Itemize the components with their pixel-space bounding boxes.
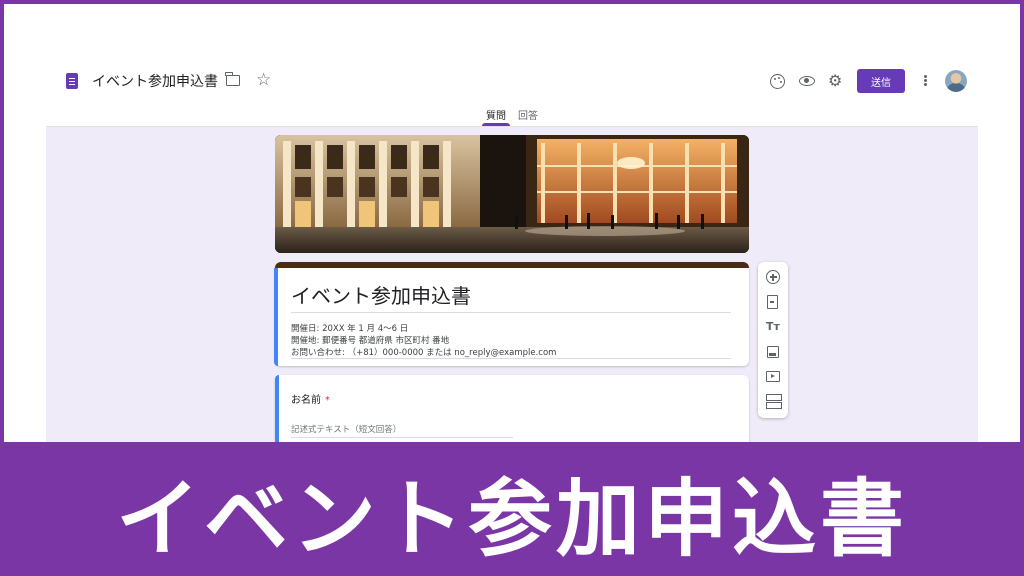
add-title-icon[interactable]: Tт [765, 318, 781, 334]
folder-icon[interactable] [225, 72, 240, 86]
add-video-icon[interactable] [766, 371, 780, 382]
header-image [275, 135, 749, 253]
palette-icon[interactable] [770, 74, 785, 89]
banner: イベント参加申込書 [0, 442, 1024, 576]
star-icon[interactable]: ☆ [256, 69, 271, 91]
answer-underline [291, 437, 513, 438]
tab-answers[interactable]: 回答 [518, 107, 538, 122]
document-title[interactable]: イベント参加申込書 [92, 71, 218, 91]
send-button[interactable]: 送信 [857, 69, 905, 93]
divider [291, 312, 731, 313]
avatar[interactable] [945, 70, 967, 92]
tab-bar: 質問 回答 [4, 104, 1020, 126]
top-app-bar: イベント参加申込書 ☆ ⚙ 送信 [4, 60, 1020, 104]
form-canvas: イベント参加申込書 開催日: 20XX 年 1 月 4～6 日 開催地: 郵便番… [46, 126, 978, 465]
form-title[interactable]: イベント参加申込書 [291, 280, 471, 309]
card-focus-accent [274, 268, 278, 366]
more-vert-icon[interactable] [924, 75, 927, 78]
tab-questions[interactable]: 質問 [486, 107, 506, 122]
question-text: お名前 [291, 395, 321, 406]
divider [291, 358, 731, 359]
banner-title: イベント参加申込書 [115, 469, 908, 568]
forms-icon[interactable] [66, 73, 78, 89]
form-description-line[interactable]: 開催日: 20XX 年 1 月 4～6 日 [291, 322, 408, 334]
floating-toolbar: Tт [758, 262, 788, 418]
add-image-icon[interactable] [767, 346, 779, 358]
form-description-line[interactable]: 開催地: 郵便番号 都道府県 市区町村 番地 [291, 334, 449, 346]
required-mark: * [325, 395, 330, 406]
question-label[interactable]: お名前 * [291, 391, 330, 406]
add-section-icon[interactable] [766, 394, 782, 409]
add-question-icon[interactable] [766, 270, 780, 284]
import-questions-icon[interactable] [767, 295, 778, 309]
form-description-line[interactable]: お問い合わせ: （+81）000-0000 または no_reply@examp… [291, 346, 556, 358]
preview-eye-icon[interactable] [799, 76, 815, 86]
form-title-card[interactable]: イベント参加申込書 開催日: 20XX 年 1 月 4～6 日 開催地: 郵便番… [274, 262, 749, 366]
gear-icon[interactable]: ⚙ [828, 70, 842, 92]
short-answer-placeholder: 記述式テキスト（短文回答） [291, 425, 402, 435]
